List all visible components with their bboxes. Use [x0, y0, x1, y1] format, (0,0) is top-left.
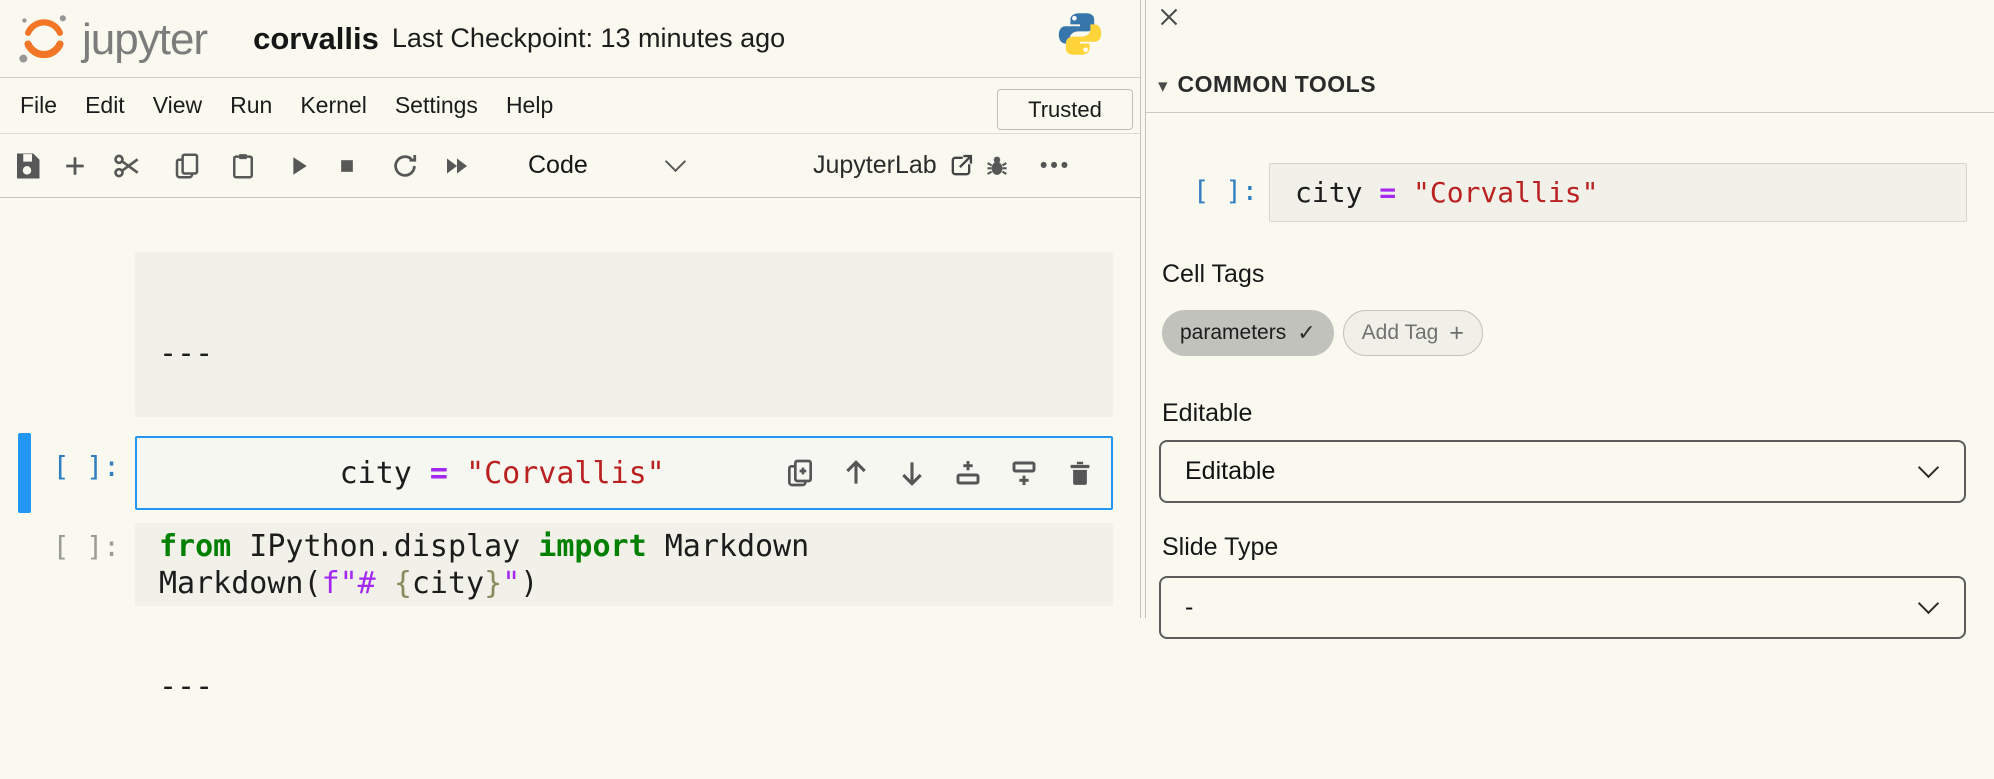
tag-label: parameters: [1180, 321, 1286, 345]
code-token: ): [520, 566, 538, 601]
code-cell-prompt: [ ]:: [0, 530, 120, 564]
insert-cell-above-icon[interactable]: [951, 456, 985, 490]
common-tools-section-header[interactable]: ▾ COMMON TOOLS: [1146, 0, 1994, 113]
menu-settings[interactable]: Settings: [381, 92, 492, 119]
code-token: IPython.display: [231, 529, 538, 564]
open-in-jupyterlab-link[interactable]: JupyterLab: [813, 134, 975, 197]
jupyter-wordmark: jupyter: [82, 15, 207, 65]
code-token: Markdown(: [159, 566, 322, 601]
code-token: f"#: [322, 566, 394, 601]
cut-cells-button[interactable]: [110, 149, 144, 183]
check-icon: ✓: [1297, 320, 1315, 346]
code-token: city: [340, 456, 412, 491]
menu-edit[interactable]: Edit: [71, 92, 139, 119]
menu-run[interactable]: Run: [216, 92, 286, 119]
move-cell-down-icon[interactable]: [895, 456, 929, 490]
slide-type-label: Slide Type: [1162, 533, 1278, 562]
raw-cell-line: ---: [159, 335, 1089, 372]
chevron-down-icon: [1918, 593, 1939, 614]
raw-cell[interactable]: --- format: typst echo: false ---: [135, 252, 1113, 417]
import-code-cell[interactable]: from IPython.display import Markdown Mar…: [135, 523, 1113, 606]
notebook-area: jupyter corvallis Last Checkpoint: 13 mi…: [0, 0, 1141, 618]
insert-cell-below-icon[interactable]: [1007, 456, 1041, 490]
chevron-down-icon[interactable]: [665, 151, 686, 172]
menu-file[interactable]: File: [6, 92, 71, 119]
menu-help[interactable]: Help: [492, 92, 567, 119]
code-token: {: [394, 566, 412, 601]
raw-cell-line: ---: [159, 668, 1089, 705]
trusted-button[interactable]: Trusted: [997, 89, 1133, 130]
run-all-cells-button[interactable]: [440, 149, 474, 183]
duplicate-cell-icon[interactable]: [783, 456, 817, 490]
delete-cell-icon[interactable]: [1063, 456, 1097, 490]
run-cell-button[interactable]: [281, 149, 315, 183]
preview-cell-prompt: [ ]:: [1146, 176, 1258, 207]
editable-select-value: Editable: [1185, 457, 1275, 486]
code-token: from: [159, 529, 231, 564]
notebook-title[interactable]: corvallis: [253, 21, 379, 57]
editable-label: Editable: [1162, 399, 1252, 428]
add-tag-button[interactable]: Add Tag +: [1343, 310, 1483, 356]
collapse-triangle-icon: ▾: [1158, 75, 1168, 98]
slide-type-select[interactable]: -: [1159, 576, 1966, 639]
paste-cells-button[interactable]: [226, 149, 260, 183]
interrupt-kernel-button[interactable]: [330, 149, 364, 183]
code-token: =: [412, 456, 466, 491]
tag-parameters[interactable]: parameters ✓: [1162, 310, 1334, 356]
menu-bar: File Edit View Run Kernel Settings Help …: [0, 78, 1140, 134]
app-window: jupyter corvallis Last Checkpoint: 13 mi…: [0, 0, 1994, 618]
debugger-icon[interactable]: [980, 149, 1014, 183]
add-tag-label: Add Tag: [1362, 321, 1439, 345]
jupyterlab-label: JupyterLab: [813, 151, 937, 180]
menu-view[interactable]: View: [139, 92, 216, 119]
code-token: Markdown: [647, 529, 810, 564]
cell-tags-list: parameters ✓ Add Tag +: [1162, 310, 1483, 356]
python-kernel-icon: [1056, 10, 1104, 58]
more-options-icon[interactable]: •••: [1040, 134, 1071, 197]
selected-cell-prompt: [ ]:: [0, 450, 120, 484]
header-bar: jupyter corvallis Last Checkpoint: 13 mi…: [0, 0, 1140, 78]
jupyter-logo-icon: [14, 10, 74, 68]
code-token: import: [538, 529, 646, 564]
code-token: }: [484, 566, 502, 601]
cell-tags-label: Cell Tags: [1162, 260, 1264, 289]
section-title: COMMON TOOLS: [1178, 71, 1377, 98]
cell-type-value: Code: [528, 151, 588, 180]
code-token: "Corvallis": [466, 456, 665, 491]
insert-cell-button[interactable]: [58, 149, 92, 183]
code-token: ": [502, 566, 520, 601]
notebook-toolbar: Code JupyterLab •••: [0, 134, 1140, 198]
menu-kernel[interactable]: Kernel: [286, 92, 380, 119]
save-button[interactable]: [10, 149, 44, 183]
editable-select[interactable]: Editable: [1159, 440, 1966, 503]
copy-cells-button[interactable]: [170, 149, 204, 183]
code-token: =: [1362, 176, 1413, 209]
move-cell-up-icon[interactable]: [839, 456, 873, 490]
plus-icon: +: [1449, 321, 1464, 346]
code-token: city: [1295, 176, 1362, 209]
preview-cell[interactable]: city = "Corvallis": [1269, 163, 1967, 222]
code-token: "Corvallis": [1413, 176, 1598, 209]
cell-type-dropdown[interactable]: Code: [528, 134, 588, 197]
code-token: city: [412, 566, 484, 601]
external-link-icon: [947, 152, 975, 180]
chevron-down-icon: [1918, 457, 1939, 478]
cell-toolbar: [783, 456, 1097, 490]
checkpoint-status: Last Checkpoint: 13 minutes ago: [392, 23, 785, 54]
property-inspector-panel: ▾ COMMON TOOLS [ ]: city = "Corvallis" C…: [1145, 0, 1994, 618]
selected-code-cell[interactable]: city = "Corvallis": [135, 436, 1113, 510]
restart-kernel-button[interactable]: [388, 149, 422, 183]
